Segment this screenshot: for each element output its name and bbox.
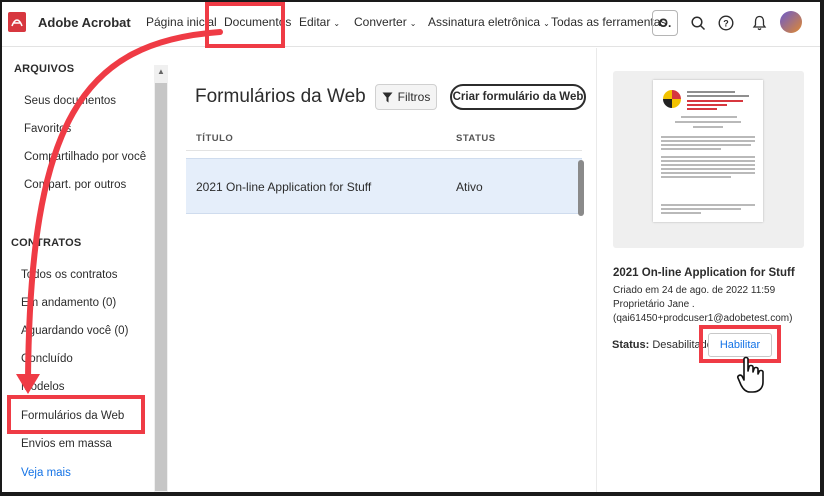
- details-status: Status: Desabilitado: [612, 339, 713, 351]
- app-name: Adobe Acrobat: [38, 15, 131, 30]
- sidebar-item-shared-by-you[interactable]: Compartilhado por você: [24, 151, 146, 163]
- header-divider: [186, 150, 582, 151]
- sidebar-item-waiting-for-you[interactable]: Aguardando você (0): [21, 325, 128, 337]
- seal-icon: [663, 90, 681, 108]
- column-header-status[interactable]: STATUS: [456, 133, 496, 144]
- hand-cursor-icon: [737, 356, 764, 393]
- chevron-down-icon: ⌄: [333, 19, 341, 28]
- details-created: Criado em 24 de ago. de 2022 11:59: [613, 285, 776, 296]
- sidebar-item-in-progress[interactable]: Em andamento (0): [21, 297, 116, 309]
- page-title: Formulários da Web: [195, 86, 366, 107]
- column-header-title[interactable]: TÍTULO: [196, 133, 233, 144]
- filters-label: Filtros: [397, 90, 431, 104]
- panel-divider: [596, 48, 597, 492]
- nav-convert-label: Converter: [354, 15, 407, 29]
- help-icon[interactable]: ?: [715, 12, 737, 34]
- chevron-down-icon: ⌄: [543, 19, 550, 28]
- app-window: Adobe Acrobat Página inicial Documentos …: [0, 0, 824, 496]
- document-preview: [613, 71, 804, 248]
- sidebar-item-all-contracts[interactable]: Todos os contratos: [21, 269, 118, 281]
- svg-text:?: ?: [723, 19, 729, 29]
- bell-icon[interactable]: [748, 12, 770, 34]
- contracts-heading: CONTRATOS: [11, 237, 82, 249]
- status-label: Status:: [612, 339, 650, 351]
- see-more-link[interactable]: Veja mais: [21, 467, 71, 479]
- nav-all-tools[interactable]: Todas as ferramentas: [551, 15, 666, 29]
- sidebar-scroll-thumb[interactable]: [155, 83, 167, 491]
- highlight-web-forms: [7, 395, 145, 434]
- sidebar-scrollbar[interactable]: ▲: [154, 65, 168, 492]
- nav-esign[interactable]: Assinatura eletrônica ⌄: [428, 15, 550, 29]
- files-heading: ARQUIVOS: [14, 63, 75, 75]
- nav-convert[interactable]: Converter ⌄: [354, 15, 416, 29]
- chevron-down-icon: ⌄: [409, 19, 417, 28]
- row-status: Ativo: [456, 180, 483, 194]
- org-switcher-button[interactable]: O.: [652, 10, 678, 36]
- top-bar: Adobe Acrobat Página inicial Documentos …: [2, 2, 820, 47]
- table-row[interactable]: 2021 On-line Application for Stuff Ativo: [186, 158, 582, 214]
- highlight-documents: [205, 2, 285, 48]
- nav-edit-label: Editar: [299, 15, 331, 29]
- sidebar-item-your-documents[interactable]: Seus documentos: [24, 95, 116, 107]
- row-title: 2021 On-line Application for Stuff: [196, 180, 372, 194]
- list-scrollbar[interactable]: [578, 160, 584, 216]
- user-avatar[interactable]: [780, 11, 802, 33]
- document-thumbnail: [653, 80, 763, 222]
- sidebar-item-shared-by-others[interactable]: Compart. por outros: [24, 179, 126, 191]
- details-owner: Proprietário Jane .: [613, 299, 695, 310]
- search-icon[interactable]: [687, 12, 709, 34]
- details-email: (qai61450+prodcuser1@adobetest.com): [613, 313, 793, 324]
- filters-button[interactable]: Filtros: [375, 84, 437, 110]
- nav-edit[interactable]: Editar ⌄: [299, 15, 340, 29]
- create-web-form-button[interactable]: Criar formulário da Web: [450, 84, 586, 110]
- acrobat-logo-icon[interactable]: [8, 12, 26, 32]
- sidebar-item-mass-sends[interactable]: Envios em massa: [21, 438, 112, 450]
- sidebar-item-completed[interactable]: Concluído: [21, 353, 73, 365]
- sidebar-item-favorites[interactable]: Favoritos: [24, 123, 71, 135]
- nav-esign-label: Assinatura eletrônica: [428, 15, 541, 29]
- scroll-up-icon[interactable]: ▲: [157, 67, 165, 76]
- sidebar-item-templates[interactable]: Modelos: [21, 381, 64, 393]
- details-title: 2021 On-line Application for Stuff: [613, 267, 795, 279]
- filter-icon: [382, 92, 393, 102]
